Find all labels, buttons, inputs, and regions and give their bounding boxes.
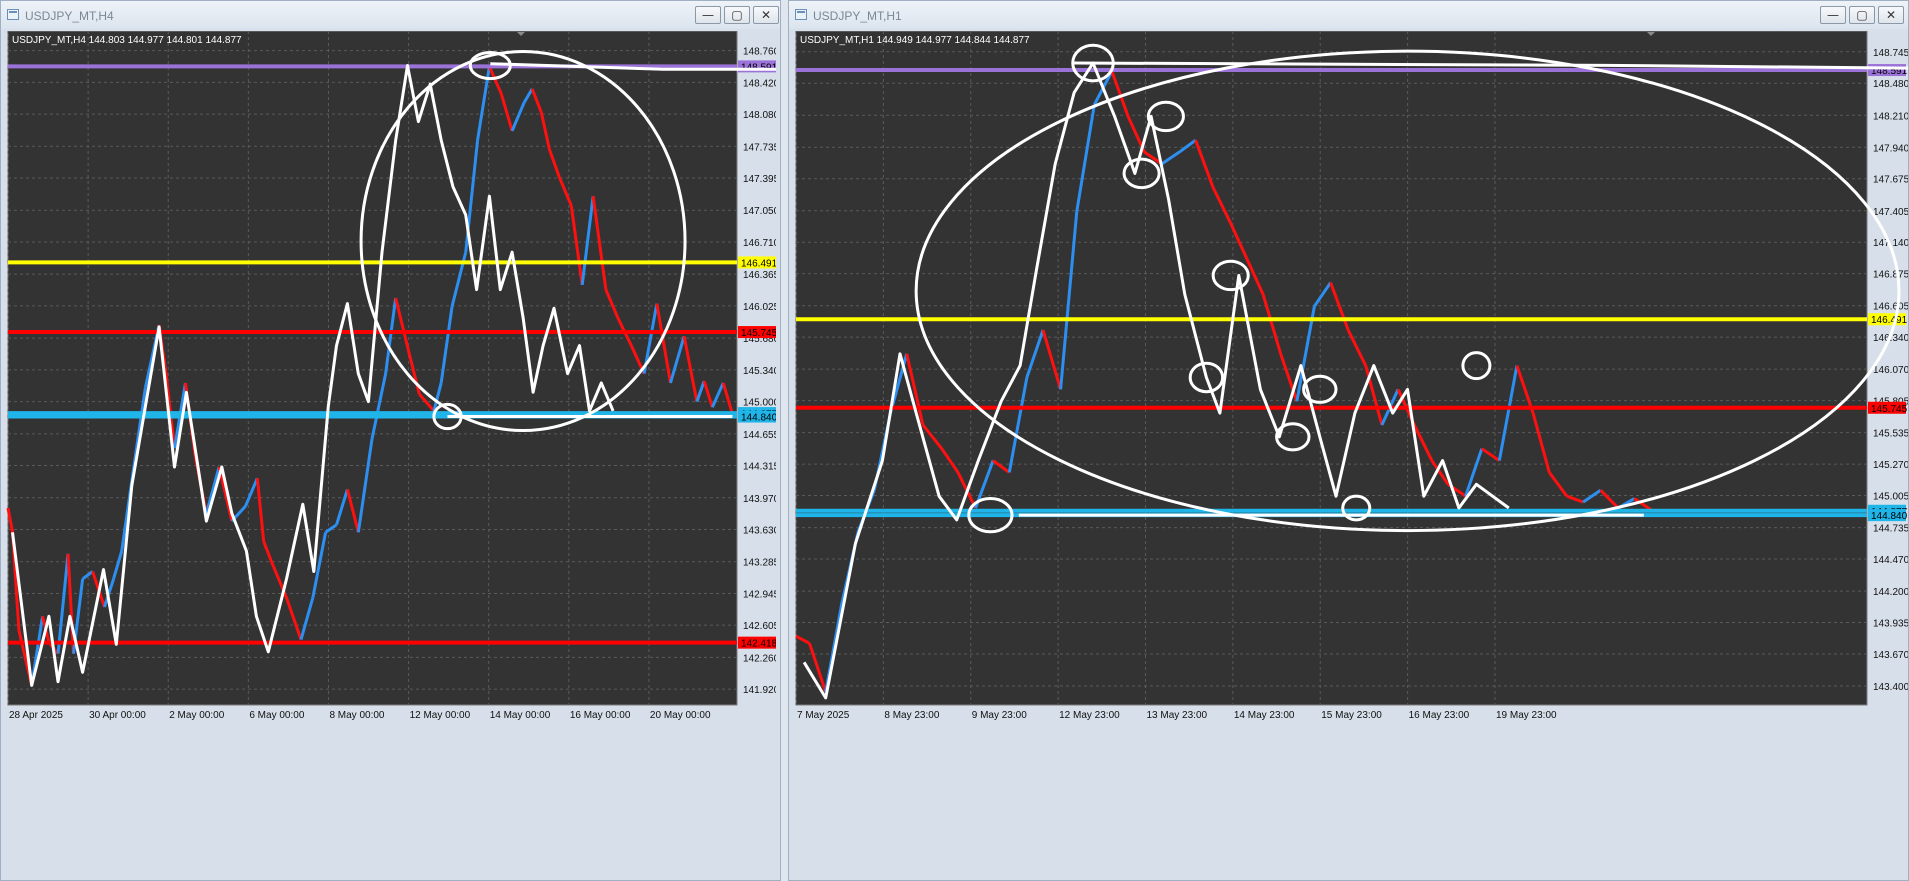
price-level-label: 145.745 (1871, 404, 1908, 415)
x-tick-label: 6 May 00:00 (249, 710, 304, 721)
y-tick-label: 145.535 (1873, 429, 1908, 440)
x-tick-label: 9 May 23:00 (972, 710, 1027, 721)
price-level-label: 146.491 (741, 258, 776, 269)
x-tick-label: 2 May 00:00 (169, 710, 224, 721)
maximize-button[interactable]: ▢ (724, 6, 750, 24)
close-button[interactable]: ✕ (1878, 6, 1904, 24)
y-tick-label: 143.630 (743, 525, 776, 536)
x-tick-label: 14 May 00:00 (490, 710, 551, 721)
y-tick-label: 141.920 (743, 685, 776, 696)
price-level-label: 142.418 (741, 639, 776, 650)
maximize-button[interactable]: ▢ (1849, 6, 1875, 24)
window-title: USDJPY_MT,H1 (813, 9, 902, 23)
y-tick-label: 146.875 (1873, 270, 1908, 281)
y-tick-label: 143.670 (1873, 650, 1908, 661)
plot-area (795, 31, 1868, 706)
y-tick-label: 146.070 (1873, 365, 1908, 376)
y-tick-label: 148.760 (743, 47, 776, 58)
y-tick-label: 142.605 (743, 621, 776, 632)
y-tick-label: 143.400 (1873, 682, 1908, 693)
x-tick-label: 13 May 23:00 (1146, 710, 1207, 721)
y-tick-label: 144.200 (1873, 587, 1908, 598)
y-tick-label: 147.735 (743, 142, 776, 153)
y-tick-label: 145.270 (1873, 460, 1908, 471)
x-tick-label: 14 May 23:00 (1234, 710, 1295, 721)
x-tick-label: 8 May 00:00 (329, 710, 384, 721)
y-tick-label: 144.315 (743, 462, 776, 473)
x-tick-label: 7 May 2025 (797, 710, 850, 721)
window-title: USDJPY_MT,H4 (25, 9, 114, 23)
y-tick-label: 144.655 (743, 430, 776, 441)
y-tick-label: 148.480 (1873, 79, 1908, 90)
y-tick-label: 146.365 (743, 270, 776, 281)
x-tick-label: 15 May 23:00 (1321, 710, 1382, 721)
price-chart-h4[interactable]: 148.760 148.420 148.080 147.735 147.395 147.0… (6, 31, 776, 722)
y-tick-label: 147.050 (743, 206, 776, 217)
y-tick-label: 147.940 (1873, 143, 1908, 154)
x-tick-label: 16 May 00:00 (570, 710, 631, 721)
title-bar: USDJPY_MT,H4 — ▢ ✕ (1, 1, 780, 29)
y-tick-label: 143.285 (743, 558, 776, 569)
y-tick-label: 147.395 (743, 174, 776, 185)
close-button[interactable]: ✕ (753, 6, 779, 24)
price-chart-h1[interactable]: 148.745 148.480 148.210 147.940 147.675 147.4… (794, 31, 1908, 722)
chart-window-h4: USDJPY_MT,H4 — ▢ ✕ 148.760 148.420 148.080… (0, 0, 781, 881)
x-tick-label: 16 May 23:00 (1409, 710, 1470, 721)
ohlc-header: USDJPY_MT,H1 144.949 144.977 144.844 144… (800, 35, 1030, 46)
y-tick-label: 144.470 (1873, 555, 1908, 566)
y-tick-label: 148.420 (743, 78, 776, 89)
price-level-label: 146.491 (1871, 315, 1908, 326)
y-tick-label: 142.945 (743, 589, 776, 600)
ohlc-header: USDJPY_MT,H4 144.803 144.977 144.801 144… (12, 35, 242, 46)
x-tick-label: 30 Apr 00:00 (89, 710, 146, 721)
x-tick-label: 12 May 23:00 (1059, 710, 1120, 721)
chart-window-icon (7, 9, 19, 20)
y-tick-label: 146.025 (743, 302, 776, 313)
y-tick-label: 145.340 (743, 366, 776, 377)
title-bar: USDJPY_MT,H1 — ▢ ✕ (789, 1, 1908, 29)
price-level-label: 144.840 (1871, 511, 1908, 522)
y-tick-label: 143.970 (743, 494, 776, 505)
chart-window-h1: USDJPY_MT,H1 — ▢ ✕ 148.745 148.480 148.210… (788, 0, 1909, 881)
x-tick-label: 20 May 00:00 (650, 710, 711, 721)
price-level-label: 144.840 (741, 413, 776, 424)
y-tick-label: 143.935 (1873, 619, 1908, 630)
y-tick-label: 144.735 (1873, 524, 1908, 535)
y-tick-label: 146.605 (1873, 302, 1908, 313)
x-tick-label: 8 May 23:00 (884, 710, 939, 721)
x-tick-label: 19 May 23:00 (1496, 710, 1557, 721)
minimize-button[interactable]: — (695, 6, 721, 24)
y-tick-label: 148.210 (1873, 111, 1908, 122)
y-tick-label: 147.675 (1873, 175, 1908, 186)
chart-window-icon (795, 9, 807, 20)
y-tick-label: 148.745 (1873, 48, 1908, 59)
y-tick-label: 145.005 (1873, 492, 1908, 503)
y-tick-label: 145.000 (743, 398, 776, 409)
x-tick-label: 12 May 00:00 (410, 710, 471, 721)
price-level-label: 145.745 (741, 328, 776, 339)
minimize-button[interactable]: — (1820, 6, 1846, 24)
x-tick-label: 28 Apr 2025 (9, 710, 63, 721)
y-tick-label: 146.710 (743, 238, 776, 249)
y-tick-label: 147.405 (1873, 207, 1908, 218)
y-tick-label: 148.080 (743, 110, 776, 121)
y-tick-label: 142.260 (743, 653, 776, 664)
